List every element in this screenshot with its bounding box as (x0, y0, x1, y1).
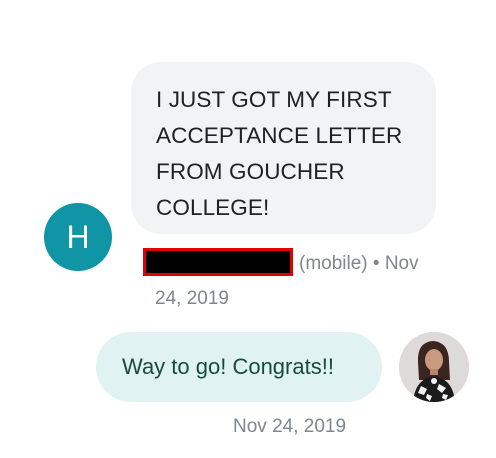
outgoing-timestamp: Nov 24, 2019 (233, 416, 347, 437)
user-photo-icon (399, 332, 469, 402)
message-thread: I JUST GOT MY FIRST ACCEPTANCE LETTER FR… (0, 0, 496, 458)
incoming-message-meta: (mobile) • Nov 24, 2019 (143, 246, 443, 316)
outgoing-message-text: Way to go! Congrats!! (122, 354, 334, 379)
sender-device-date: (mobile) • Nov (299, 253, 419, 274)
incoming-message-bubble: I JUST GOT MY FIRST ACCEPTANCE LETTER FR… (131, 62, 436, 234)
outgoing-message-bubble: Way to go! Congrats!! (96, 332, 382, 402)
incoming-message-text: I JUST GOT MY FIRST ACCEPTANCE LETTER FR… (156, 87, 403, 220)
sender-avatar[interactable]: H (44, 203, 112, 271)
sender-avatar-initial: H (66, 219, 90, 255)
user-photo-avatar[interactable] (399, 332, 469, 402)
incoming-date-continued: 24, 2019 (155, 288, 229, 309)
redacted-sender-name (143, 248, 293, 276)
